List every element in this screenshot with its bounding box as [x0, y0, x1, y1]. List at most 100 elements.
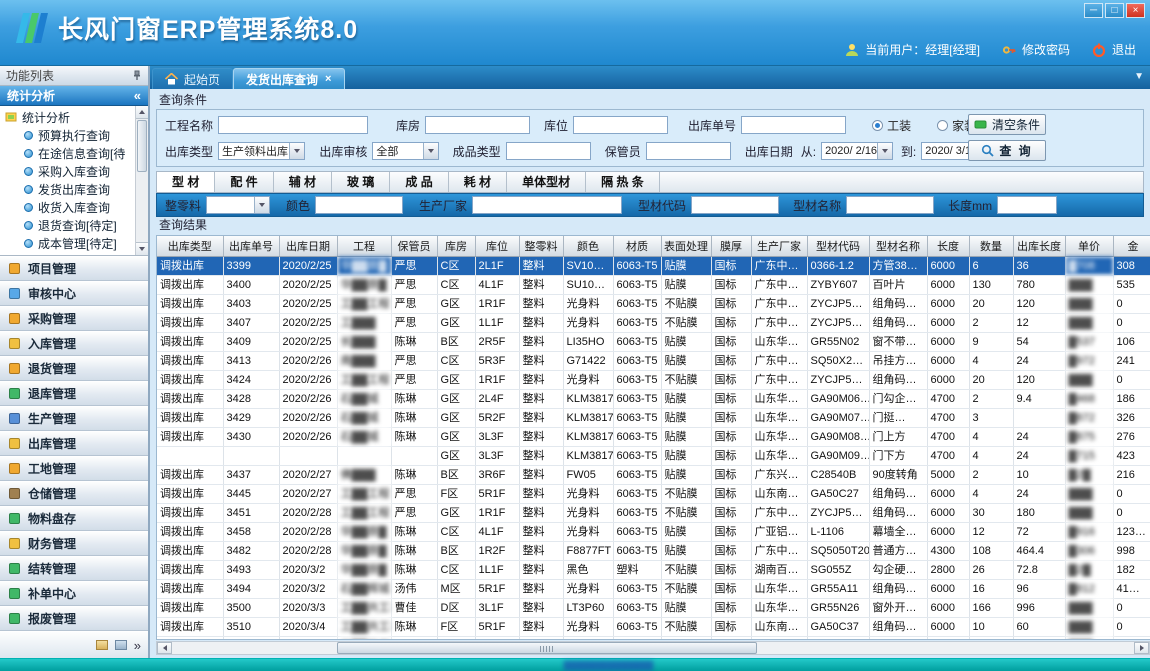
- table-cell[interactable]: 186: [1113, 389, 1150, 408]
- table-cell[interactable]: 6000: [927, 351, 969, 370]
- table-cell[interactable]: C区: [437, 351, 475, 370]
- column-header[interactable]: 膜厚: [711, 236, 751, 256]
- table-cell[interactable]: 曹佳: [391, 598, 437, 617]
- table-cell[interactable]: 调拨出库: [157, 351, 223, 370]
- sidebar-item[interactable]: 报废管理: [0, 606, 148, 631]
- column-header[interactable]: 型材名称: [869, 236, 927, 256]
- scroll-right-icon[interactable]: [1134, 642, 1149, 654]
- table-cell[interactable]: 2020/3/2: [279, 579, 337, 598]
- table-cell[interactable]: 2020/2/26: [279, 408, 337, 427]
- horizontal-scrollbar[interactable]: [156, 641, 1150, 655]
- table-cell[interactable]: ▓2▓: [1065, 560, 1113, 579]
- table-cell[interactable]: B区: [437, 332, 475, 351]
- table-cell[interactable]: 10: [1013, 465, 1065, 484]
- table-cell[interactable]: 106: [1113, 332, 1150, 351]
- table-cell[interactable]: 24: [1013, 351, 1065, 370]
- table-cell[interactable]: 6063-T5: [613, 541, 661, 560]
- table-cell[interactable]: 幕墙全…: [869, 522, 927, 541]
- column-header[interactable]: 出库类型: [157, 236, 223, 256]
- table-cell[interactable]: 山东华…: [751, 446, 807, 465]
- table-cell[interactable]: ▓916: [1065, 522, 1113, 541]
- table-cell[interactable]: 90度转角: [869, 465, 927, 484]
- table-cell[interactable]: ▓▓▓: [1065, 484, 1113, 503]
- table-cell[interactable]: 535: [1113, 275, 1150, 294]
- table-cell[interactable]: 6063-T5: [613, 408, 661, 427]
- outbound-type-select[interactable]: 生产领料出库: [218, 142, 305, 160]
- table-cell[interactable]: 整料: [519, 617, 563, 636]
- table-cell[interactable]: 陈琳: [391, 541, 437, 560]
- table-cell[interactable]: 不贴膜: [661, 560, 711, 579]
- table-cell[interactable]: 方管38…: [869, 256, 927, 275]
- table-cell[interactable]: 5R1F: [475, 579, 519, 598]
- column-header[interactable]: 数量: [969, 236, 1013, 256]
- table-cell[interactable]: 6063-T5: [613, 313, 661, 332]
- table-row[interactable]: 调拨出库35102020/3/4工▓▓共工程陈琳F区5R1F整料光身料6063-…: [157, 617, 1150, 636]
- table-cell[interactable]: 整料: [519, 427, 563, 446]
- table-cell[interactable]: 长▓▓▓: [337, 332, 391, 351]
- table-cell[interactable]: 工▓▓共工程: [337, 598, 391, 617]
- table-cell[interactable]: 严思: [391, 351, 437, 370]
- table-cell[interactable]: GA90M07…: [807, 408, 869, 427]
- table-cell[interactable]: 6000: [927, 636, 969, 640]
- table-cell[interactable]: KLM3817: [563, 389, 613, 408]
- sidebar-item[interactable]: 审核中心: [0, 281, 148, 306]
- table-cell[interactable]: 陈琳: [391, 427, 437, 446]
- table-cell[interactable]: 3511: [223, 636, 279, 640]
- table-cell[interactable]: 调拨出库: [157, 541, 223, 560]
- table-cell[interactable]: G71422: [563, 351, 613, 370]
- table-cell[interactable]: 广东中…: [751, 636, 807, 640]
- table-cell[interactable]: 3: [969, 408, 1013, 427]
- table-cell[interactable]: KLM3817: [563, 408, 613, 427]
- table-cell[interactable]: 整料: [519, 484, 563, 503]
- monitor-icon[interactable]: [115, 640, 127, 650]
- table-cell[interactable]: 陈琳: [391, 522, 437, 541]
- table-cell[interactable]: 0: [1113, 503, 1150, 522]
- table-cell[interactable]: 不贴膜: [661, 294, 711, 313]
- table-cell[interactable]: FW05: [563, 465, 613, 484]
- table-cell[interactable]: 山东华…: [751, 598, 807, 617]
- table-cell[interactable]: ZYCJP5…: [807, 503, 869, 522]
- table-cell[interactable]: G区: [437, 370, 475, 389]
- group-header-statistics[interactable]: 统计分析 «: [0, 86, 148, 106]
- table-cell[interactable]: 6000: [927, 256, 969, 275]
- table-cell[interactable]: 贴膜: [661, 389, 711, 408]
- table-cell[interactable]: 调拨出库: [157, 636, 223, 640]
- table-cell[interactable]: 国标: [711, 294, 751, 313]
- table-cell[interactable]: G区: [437, 427, 475, 446]
- table-cell[interactable]: 5R1F: [475, 484, 519, 503]
- project-name-input[interactable]: [218, 116, 368, 134]
- table-cell[interactable]: 3445: [223, 484, 279, 503]
- tree-item[interactable]: 预算执行查询: [0, 126, 148, 144]
- column-header[interactable]: 颜色: [563, 236, 613, 256]
- table-cell[interactable]: 国标: [711, 598, 751, 617]
- table-cell[interactable]: ▓715: [1065, 446, 1113, 465]
- table-cell[interactable]: 120: [1013, 370, 1065, 389]
- table-cell[interactable]: 20: [969, 370, 1013, 389]
- table-cell[interactable]: 广东中…: [751, 313, 807, 332]
- table-cell[interactable]: 整料: [519, 275, 563, 294]
- table-row[interactable]: 调拨出库34282020/2/26石▓▓城陈琳G区2L4F整料KLM381760…: [157, 389, 1150, 408]
- table-cell[interactable]: 石▓▓城: [337, 389, 391, 408]
- table-cell[interactable]: 423: [1113, 446, 1150, 465]
- table-cell[interactable]: 调拨出库: [157, 408, 223, 427]
- table-row[interactable]: 调拨出库33992020/2/25华▓▓原▓严思C区2L1F整料SV10…606…: [157, 256, 1150, 275]
- table-cell[interactable]: 窗不带…: [869, 332, 927, 351]
- table-cell[interactable]: 780: [1013, 275, 1065, 294]
- table-cell[interactable]: 贴膜: [661, 522, 711, 541]
- table-cell[interactable]: 华▓▓原▓: [337, 256, 391, 275]
- scroll-down-icon[interactable]: [136, 242, 148, 255]
- table-cell[interactable]: M区: [437, 579, 475, 598]
- table-cell[interactable]: 贴膜: [661, 427, 711, 446]
- table-cell[interactable]: 国标: [711, 503, 751, 522]
- table-cell[interactable]: F区: [437, 636, 475, 640]
- table-cell[interactable]: 4700: [927, 408, 969, 427]
- table-cell[interactable]: 国标: [711, 256, 751, 275]
- table-cell[interactable]: 4: [969, 427, 1013, 446]
- table-cell[interactable]: 1L2F: [475, 636, 519, 640]
- table-cell[interactable]: [223, 446, 279, 465]
- table-cell[interactable]: 6063-T5: [613, 275, 661, 294]
- tab-list-dropdown-icon[interactable]: ▼: [1134, 71, 1144, 82]
- table-cell[interactable]: 山东华…: [751, 389, 807, 408]
- table-cell[interactable]: 调拨出库: [157, 617, 223, 636]
- table-cell[interactable]: ▓▓▓: [1065, 275, 1113, 294]
